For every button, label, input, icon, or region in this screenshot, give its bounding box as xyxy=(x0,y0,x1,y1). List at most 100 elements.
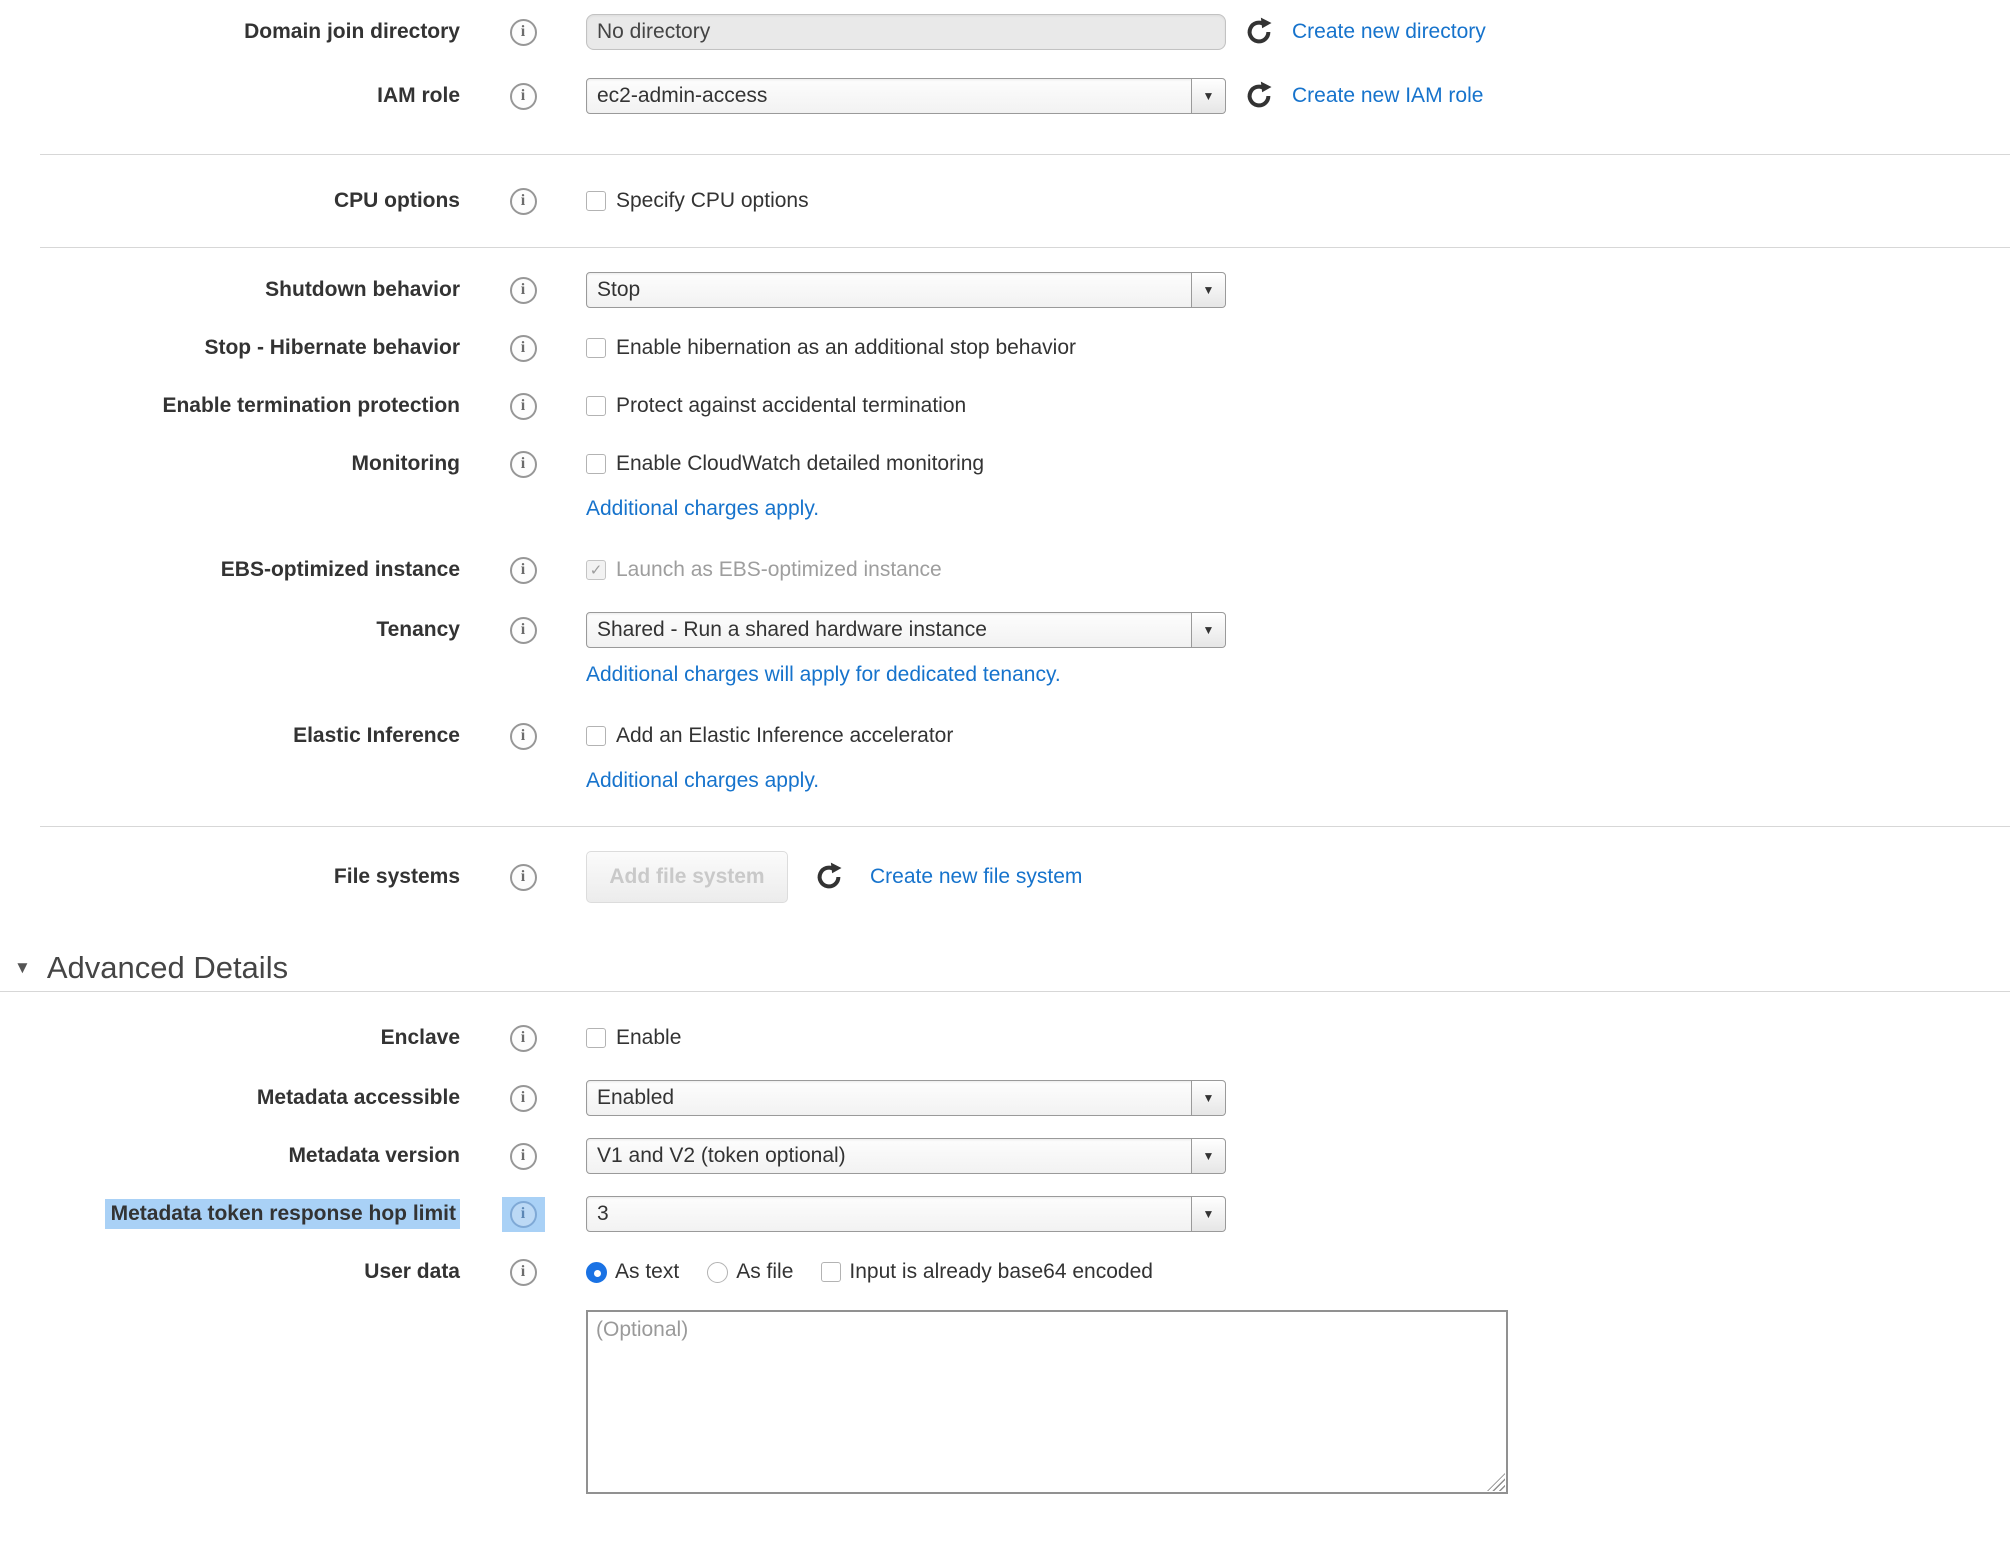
specify-cpu-options-checkbox-label: Specify CPU options xyxy=(616,189,809,213)
tenancy-note: Additional charges will apply for dedica… xyxy=(586,656,2010,694)
create-new-iam-role-link[interactable]: Create new IAM role xyxy=(1292,84,1483,108)
row-shutdown-behavior: Shutdown behavior i Stop ▼ xyxy=(0,266,2010,314)
user-data-textarea[interactable] xyxy=(586,1310,1508,1494)
base64-encoded-checkbox-label: Input is already base64 encoded xyxy=(849,1260,1153,1284)
metadata-version-value: V1 and V2 (token optional) xyxy=(597,1144,846,1168)
info-icon[interactable]: i xyxy=(510,188,537,215)
info-icon[interactable]: i xyxy=(510,1143,537,1170)
advanced-details-header[interactable]: ▼ Advanced Details xyxy=(0,945,2010,991)
refresh-icon[interactable] xyxy=(814,862,844,892)
hop-limit-select[interactable]: 3 ▼ xyxy=(586,1196,1226,1232)
metadata-version-label: Metadata version xyxy=(0,1143,460,1168)
refresh-icon[interactable] xyxy=(1244,81,1274,111)
file-systems-label: File systems xyxy=(0,864,460,889)
metadata-accessible-value: Enabled xyxy=(597,1086,674,1110)
base64-encoded-checkbox[interactable] xyxy=(821,1262,841,1282)
user-data-label: User data xyxy=(0,1259,460,1284)
section-divider xyxy=(40,826,2010,827)
domain-join-label: Domain join directory xyxy=(0,19,460,44)
metadata-version-select[interactable]: V1 and V2 (token optional) ▼ xyxy=(586,1138,1226,1174)
user-data-textarea-wrap xyxy=(586,1310,1508,1494)
info-icon[interactable]: i xyxy=(510,277,537,304)
elastic-inference-checkbox[interactable] xyxy=(586,726,606,746)
elastic-inference-checkbox-label: Add an Elastic Inference accelerator xyxy=(616,724,953,748)
enable-hibernation-checkbox-label: Enable hibernation as an additional stop… xyxy=(616,336,1076,360)
metadata-accessible-select[interactable]: Enabled ▼ xyxy=(586,1080,1226,1116)
row-hibernate-behavior: Stop - Hibernate behavior i Enable hiber… xyxy=(0,324,2010,372)
enclave-enable-checkbox[interactable] xyxy=(586,1028,606,1048)
monitoring-note: Additional charges apply. xyxy=(586,490,2010,528)
cloudwatch-monitoring-checkbox[interactable] xyxy=(586,454,606,474)
termination-protection-label: Enable termination protection xyxy=(0,393,460,418)
row-elastic-inference: Elastic Inference i Add an Elastic Infer… xyxy=(0,712,2010,760)
info-icon[interactable]: i xyxy=(510,83,537,110)
configure-instance-form: Domain join directory i No directory Cre… xyxy=(0,0,2010,1494)
elastic-inference-charges-link[interactable]: Additional charges apply. xyxy=(586,769,819,793)
tenancy-label: Tenancy xyxy=(0,617,460,642)
termination-protection-checkbox[interactable] xyxy=(586,396,606,416)
tenancy-select[interactable]: Shared - Run a shared hardware instance … xyxy=(586,612,1226,648)
as-file-radio[interactable] xyxy=(707,1262,728,1283)
as-file-radio-label: As file xyxy=(736,1260,793,1284)
termination-protection-checkbox-label: Protect against accidental termination xyxy=(616,394,966,418)
cloudwatch-monitoring-checkbox-label: Enable CloudWatch detailed monitoring xyxy=(616,452,984,476)
elastic-inference-label: Elastic Inference xyxy=(0,723,460,748)
iam-role-select[interactable]: ec2-admin-access ▼ xyxy=(586,78,1226,114)
row-termination-protection: Enable termination protection i Protect … xyxy=(0,382,2010,430)
row-metadata-accessible: Metadata accessible i Enabled ▼ xyxy=(0,1074,2010,1122)
enable-hibernation-checkbox[interactable] xyxy=(586,338,606,358)
shutdown-behavior-value: Stop xyxy=(597,278,640,302)
row-enclave: Enclave i Enable xyxy=(0,1014,2010,1062)
add-file-system-button: Add file system xyxy=(586,851,788,903)
info-icon[interactable]: i xyxy=(510,335,537,362)
elastic-inference-note: Additional charges apply. xyxy=(586,762,2010,800)
dropdown-arrow-icon: ▼ xyxy=(1191,1139,1225,1173)
info-icon[interactable]: i xyxy=(510,617,537,644)
dropdown-arrow-icon: ▼ xyxy=(1191,1197,1225,1231)
dropdown-arrow-icon: ▼ xyxy=(1191,273,1225,307)
ebs-optimized-checkbox-label: Launch as EBS-optimized instance xyxy=(616,558,942,582)
tenancy-charges-link[interactable]: Additional charges will apply for dedica… xyxy=(586,663,1061,687)
domain-join-select: No directory xyxy=(586,14,1226,50)
info-icon[interactable]: i xyxy=(510,723,537,750)
row-metadata-hop-limit: Metadata token response hop limit i 3 ▼ xyxy=(0,1190,2010,1238)
monitoring-label: Monitoring xyxy=(0,451,460,476)
row-iam-role: IAM role i ec2-admin-access ▼ Create new… xyxy=(0,72,2010,120)
section-divider xyxy=(40,247,2010,248)
dropdown-arrow-icon: ▼ xyxy=(1191,1081,1225,1115)
info-icon[interactable]: i xyxy=(510,1025,537,1052)
cpu-options-label: CPU options xyxy=(0,188,460,213)
row-ebs-optimized: EBS-optimized instance i ✓ Launch as EBS… xyxy=(0,546,2010,594)
shutdown-behavior-select[interactable]: Stop ▼ xyxy=(586,272,1226,308)
info-icon[interactable]: i xyxy=(510,393,537,420)
as-text-radio[interactable] xyxy=(586,1262,607,1283)
shutdown-behavior-label: Shutdown behavior xyxy=(0,277,460,302)
caret-down-icon: ▼ xyxy=(14,958,31,978)
dropdown-arrow-icon: ▼ xyxy=(1191,613,1225,647)
section-divider xyxy=(40,154,2010,155)
refresh-icon[interactable] xyxy=(1244,17,1274,47)
create-new-file-system-link[interactable]: Create new file system xyxy=(870,865,1082,889)
monitoring-charges-link[interactable]: Additional charges apply. xyxy=(586,497,819,521)
info-icon[interactable]: i xyxy=(510,864,537,891)
info-icon[interactable]: i xyxy=(510,451,537,478)
create-new-directory-link[interactable]: Create new directory xyxy=(1292,20,1486,44)
enclave-label: Enclave xyxy=(0,1025,460,1050)
hibernate-behavior-label: Stop - Hibernate behavior xyxy=(0,335,460,360)
advanced-details-divider xyxy=(0,991,2010,992)
advanced-details-title: Advanced Details xyxy=(47,950,288,986)
metadata-accessible-label: Metadata accessible xyxy=(0,1085,460,1110)
info-icon[interactable]: i xyxy=(510,557,537,584)
enclave-enable-checkbox-label: Enable xyxy=(616,1026,681,1050)
info-icon[interactable]: i xyxy=(510,1085,537,1112)
specify-cpu-options-checkbox[interactable] xyxy=(586,191,606,211)
info-icon[interactable]: i xyxy=(510,1259,537,1286)
info-icon[interactable]: i xyxy=(510,1201,537,1228)
hop-limit-icon-highlight: i xyxy=(502,1197,545,1232)
info-icon[interactable]: i xyxy=(510,19,537,46)
ebs-optimized-label: EBS-optimized instance xyxy=(0,557,460,582)
hop-limit-label: Metadata token response hop limit xyxy=(105,1199,460,1229)
tenancy-value: Shared - Run a shared hardware instance xyxy=(597,618,987,642)
row-domain-join-directory: Domain join directory i No directory Cre… xyxy=(0,8,2010,56)
row-metadata-version: Metadata version i V1 and V2 (token opti… xyxy=(0,1132,2010,1180)
